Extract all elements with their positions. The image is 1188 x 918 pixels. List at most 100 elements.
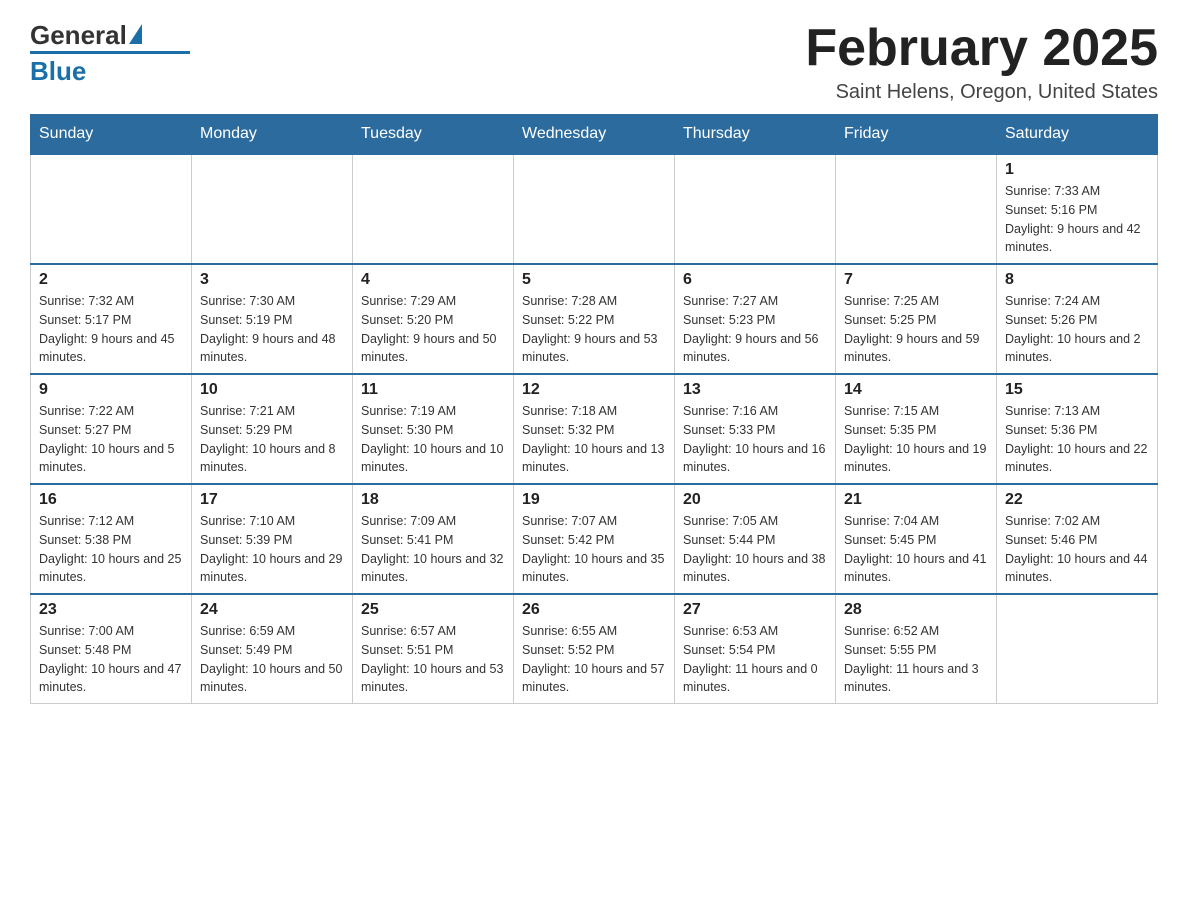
day-info: Sunrise: 7:18 AM Sunset: 5:32 PM Dayligh… [522, 404, 664, 474]
calendar-cell: 16 Sunrise: 7:12 AM Sunset: 5:38 PM Dayli… [31, 484, 192, 594]
calendar-cell: 13 Sunrise: 7:16 AM Sunset: 5:33 PM Dayli… [675, 374, 836, 484]
day-info: Sunrise: 6:53 AM Sunset: 5:54 PM Dayligh… [683, 624, 818, 694]
calendar-cell: 10 Sunrise: 7:21 AM Sunset: 5:29 PM Dayli… [192, 374, 353, 484]
calendar-cell: 1 Sunrise: 7:33 AM Sunset: 5:16 PM Daylig… [997, 154, 1158, 264]
day-info: Sunrise: 7:27 AM Sunset: 5:23 PM Dayligh… [683, 294, 819, 364]
calendar-day-header: Tuesday [353, 115, 514, 155]
title-section: February 2025 Saint Helens, Oregon, Unit… [805, 20, 1158, 104]
day-info: Sunrise: 7:15 AM Sunset: 5:35 PM Dayligh… [844, 404, 986, 474]
calendar-cell: 19Sunrise: 7:07 AM Sunset: 5:42 PM Dayli… [514, 484, 675, 594]
day-number: 13 [683, 381, 827, 399]
day-info: Sunrise: 7:28 AM Sunset: 5:22 PM Dayligh… [522, 294, 658, 364]
day-info: Sunrise: 7:13 AM Sunset: 5:36 PM Dayligh… [1005, 404, 1147, 474]
calendar-cell: 7 Sunrise: 7:25 AM Sunset: 5:25 PM Daylig… [836, 264, 997, 374]
calendar-day-header: Thursday [675, 115, 836, 155]
calendar-day-header: Wednesday [514, 115, 675, 155]
calendar-week-row: 23 Sunrise: 7:00 AM Sunset: 5:48 PM Dayli… [31, 594, 1158, 704]
page-header: General Blue February 2025 Saint Helens,… [30, 20, 1158, 104]
calendar-cell: 12 Sunrise: 7:18 AM Sunset: 5:32 PM Dayli… [514, 374, 675, 484]
calendar-cell [192, 154, 353, 264]
calendar-cell: 25 Sunrise: 6:57 AM Sunset: 5:51 PM Dayli… [353, 594, 514, 704]
day-number: 3 [200, 271, 344, 289]
day-number: 12 [522, 381, 666, 399]
day-number: 17 [200, 491, 344, 509]
calendar-cell: 23 Sunrise: 7:00 AM Sunset: 5:48 PM Dayli… [31, 594, 192, 704]
calendar-cell: 20 Sunrise: 7:05 AM Sunset: 5:44 PM Dayli… [675, 484, 836, 594]
day-info: Sunrise: 6:52 AM Sunset: 5:55 PM Dayligh… [844, 624, 979, 694]
calendar-cell: 17 Sunrise: 7:10 AM Sunset: 5:39 PM Dayli… [192, 484, 353, 594]
day-info: Sunrise: 7:32 AM Sunset: 5:17 PM Dayligh… [39, 294, 175, 364]
day-number: 2 [39, 271, 183, 289]
day-number: 26 [522, 601, 666, 619]
day-info: Sunrise: 6:59 AM Sunset: 5:49 PM Dayligh… [200, 624, 342, 694]
calendar-cell [353, 154, 514, 264]
day-number: 14 [844, 381, 988, 399]
day-info: Sunrise: 7:05 AM Sunset: 5:44 PM Dayligh… [683, 514, 825, 584]
calendar-cell [836, 154, 997, 264]
calendar-day-header: Friday [836, 115, 997, 155]
calendar-cell: 11 Sunrise: 7:19 AM Sunset: 5:30 PM Dayli… [353, 374, 514, 484]
day-number: 4 [361, 271, 505, 289]
day-number: 10 [200, 381, 344, 399]
calendar-week-row: 16 Sunrise: 7:12 AM Sunset: 5:38 PM Dayli… [31, 484, 1158, 594]
logo-general-text: General [30, 20, 127, 51]
calendar-week-row: 1 Sunrise: 7:33 AM Sunset: 5:16 PM Daylig… [31, 154, 1158, 264]
day-info: Sunrise: 7:00 AM Sunset: 5:48 PM Dayligh… [39, 624, 181, 694]
calendar-cell: 6 Sunrise: 7:27 AM Sunset: 5:23 PM Daylig… [675, 264, 836, 374]
calendar-day-header: Saturday [997, 115, 1158, 155]
calendar-cell [997, 594, 1158, 704]
calendar-cell: 26 Sunrise: 6:55 AM Sunset: 5:52 PM Dayli… [514, 594, 675, 704]
location-text: Saint Helens, Oregon, United States [805, 81, 1158, 104]
calendar-day-header: Sunday [31, 115, 192, 155]
logo-triangle-icon [129, 24, 142, 44]
day-info: Sunrise: 7:33 AM Sunset: 5:16 PM Dayligh… [1005, 184, 1141, 254]
day-info: Sunrise: 7:25 AM Sunset: 5:25 PM Dayligh… [844, 294, 980, 364]
calendar-cell: 4 Sunrise: 7:29 AM Sunset: 5:20 PM Daylig… [353, 264, 514, 374]
day-number: 18 [361, 491, 505, 509]
calendar-cell: 9Sunrise: 7:22 AM Sunset: 5:27 PM Daylig… [31, 374, 192, 484]
day-number: 21 [844, 491, 988, 509]
day-number: 6 [683, 271, 827, 289]
calendar-cell [514, 154, 675, 264]
calendar-cell [675, 154, 836, 264]
day-number: 28 [844, 601, 988, 619]
day-info: Sunrise: 7:29 AM Sunset: 5:20 PM Dayligh… [361, 294, 497, 364]
calendar-week-row: 2 Sunrise: 7:32 AM Sunset: 5:17 PM Daylig… [31, 264, 1158, 374]
day-number: 11 [361, 381, 505, 399]
day-info: Sunrise: 7:04 AM Sunset: 5:45 PM Dayligh… [844, 514, 986, 584]
calendar-cell: 3 Sunrise: 7:30 AM Sunset: 5:19 PM Daylig… [192, 264, 353, 374]
day-number: 20 [683, 491, 827, 509]
day-number: 5 [522, 271, 666, 289]
day-info: Sunrise: 7:30 AM Sunset: 5:19 PM Dayligh… [200, 294, 336, 364]
day-number: 15 [1005, 381, 1149, 399]
day-info: Sunrise: 7:10 AM Sunset: 5:39 PM Dayligh… [200, 514, 342, 584]
calendar-day-header: Monday [192, 115, 353, 155]
day-info: Sunrise: 7:16 AM Sunset: 5:33 PM Dayligh… [683, 404, 825, 474]
day-info: Sunrise: 7:22 AM Sunset: 5:27 PM Dayligh… [39, 404, 175, 474]
day-info: Sunrise: 7:19 AM Sunset: 5:30 PM Dayligh… [361, 404, 503, 474]
calendar-cell: 24Sunrise: 6:59 AM Sunset: 5:49 PM Dayli… [192, 594, 353, 704]
day-info: Sunrise: 7:02 AM Sunset: 5:46 PM Dayligh… [1005, 514, 1147, 584]
calendar-cell: 2 Sunrise: 7:32 AM Sunset: 5:17 PM Daylig… [31, 264, 192, 374]
day-info: Sunrise: 7:12 AM Sunset: 5:38 PM Dayligh… [39, 514, 181, 584]
logo-blue-text: Blue [30, 51, 190, 87]
day-info: Sunrise: 7:07 AM Sunset: 5:42 PM Dayligh… [522, 514, 664, 584]
day-number: 7 [844, 271, 988, 289]
day-number: 22 [1005, 491, 1149, 509]
calendar-cell: 8Sunrise: 7:24 AM Sunset: 5:26 PM Daylig… [997, 264, 1158, 374]
calendar-cell [31, 154, 192, 264]
day-number: 23 [39, 601, 183, 619]
calendar-cell: 5 Sunrise: 7:28 AM Sunset: 5:22 PM Daylig… [514, 264, 675, 374]
calendar-header-row: SundayMondayTuesdayWednesdayThursdayFrid… [31, 115, 1158, 155]
day-number: 16 [39, 491, 183, 509]
day-info: Sunrise: 7:09 AM Sunset: 5:41 PM Dayligh… [361, 514, 503, 584]
day-info: Sunrise: 6:55 AM Sunset: 5:52 PM Dayligh… [522, 624, 664, 694]
day-number: 27 [683, 601, 827, 619]
day-number: 25 [361, 601, 505, 619]
calendar-week-row: 9Sunrise: 7:22 AM Sunset: 5:27 PM Daylig… [31, 374, 1158, 484]
month-title: February 2025 [805, 20, 1158, 77]
calendar-cell: 27 Sunrise: 6:53 AM Sunset: 5:54 PM Dayli… [675, 594, 836, 704]
day-info: Sunrise: 7:21 AM Sunset: 5:29 PM Dayligh… [200, 404, 336, 474]
day-number: 1 [1005, 161, 1149, 179]
day-info: Sunrise: 6:57 AM Sunset: 5:51 PM Dayligh… [361, 624, 503, 694]
